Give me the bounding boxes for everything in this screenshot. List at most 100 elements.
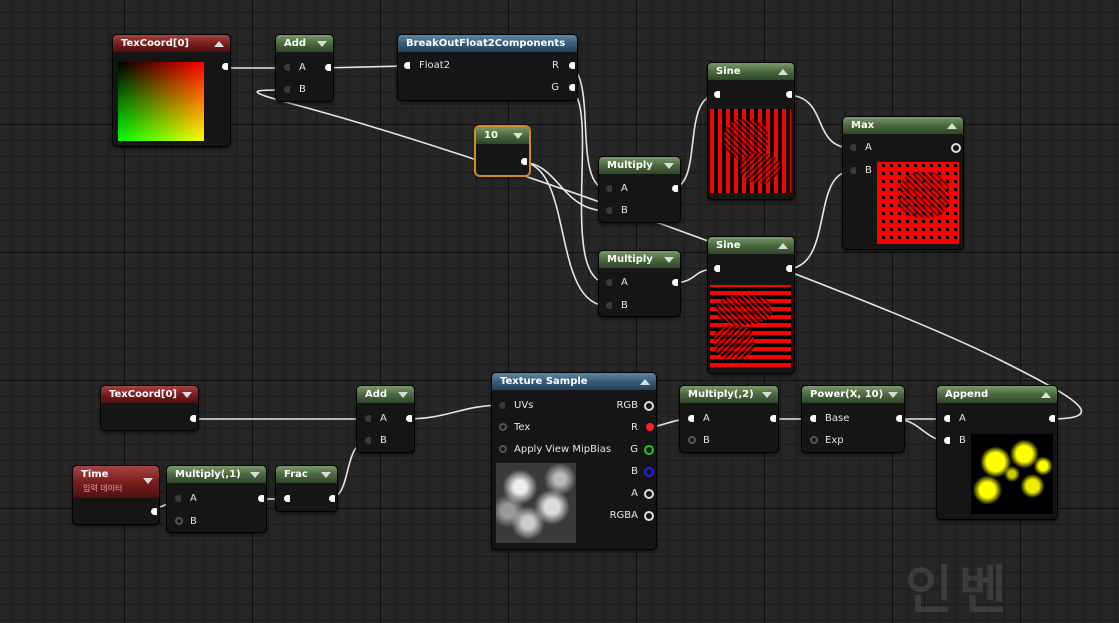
pin-icon[interactable]	[688, 436, 696, 444]
pin-icon[interactable]	[644, 467, 654, 477]
pin-icon[interactable]	[644, 401, 654, 411]
node-header[interactable]: TexCoord[0]	[113, 35, 230, 52]
collapse-icon[interactable]	[143, 478, 153, 484]
input-pin-b[interactable]: B	[848, 165, 872, 177]
multiply-node-1[interactable]: Multiply A B	[599, 157, 680, 222]
collapse-icon[interactable]	[1041, 392, 1051, 398]
pin-icon[interactable]	[151, 508, 157, 515]
wire[interactable]	[519, 161, 609, 307]
pin-icon[interactable]	[499, 423, 507, 431]
pin-icon[interactable]	[569, 84, 575, 91]
node-header[interactable]: Append	[937, 386, 1057, 403]
pin-icon[interactable]	[175, 517, 183, 525]
input-pin-exp[interactable]: Exp	[808, 435, 844, 447]
collapse-icon[interactable]	[640, 379, 650, 385]
input-pin-a[interactable]: A	[686, 413, 710, 425]
input-pin-a[interactable]: A	[604, 183, 628, 195]
pin-icon[interactable]	[499, 402, 505, 409]
pin-icon[interactable]	[951, 143, 961, 153]
pin-icon[interactable]	[175, 495, 181, 502]
collapse-icon[interactable]	[778, 69, 788, 75]
collapse-icon[interactable]	[664, 257, 674, 263]
node-header[interactable]: Multiply	[599, 251, 680, 268]
input-pin-tex[interactable]: Tex	[497, 422, 530, 434]
input-pin-uvs[interactable]: UVs	[497, 400, 533, 412]
pin-icon[interactable]	[896, 415, 902, 422]
collapse-icon[interactable]	[947, 123, 957, 129]
input-pin-b[interactable]: B	[942, 435, 966, 447]
pin-icon[interactable]	[222, 63, 228, 70]
input-pin-b[interactable]: B	[363, 435, 387, 447]
pin-icon[interactable]	[606, 207, 612, 214]
node-header[interactable]: Multiply	[599, 157, 680, 174]
input-pin-a[interactable]: A	[848, 142, 872, 154]
node-header[interactable]: Multiply(,1)	[167, 466, 266, 483]
collapse-icon[interactable]	[888, 392, 898, 398]
pin-icon[interactable]	[644, 445, 654, 455]
pin-icon[interactable]	[404, 62, 410, 69]
collapse-icon[interactable]	[398, 392, 408, 398]
pin-icon[interactable]	[284, 64, 290, 71]
input-pin-b[interactable]: B	[686, 435, 710, 447]
texcoord-node-bottom[interactable]: TexCoord[0]	[101, 386, 198, 430]
output-pin-rgba[interactable]: RGBA	[610, 510, 656, 522]
sine-node-2[interactable]: Sine	[708, 237, 794, 373]
input-pin-a[interactable]: A	[604, 277, 628, 289]
pin-icon[interactable]	[810, 436, 818, 444]
node-header[interactable]: Frac	[276, 466, 337, 483]
node-header[interactable]: Sine	[708, 237, 794, 254]
input-pin-mipbias[interactable]: Apply View MipBias	[497, 444, 611, 456]
pin-icon[interactable]	[365, 437, 371, 444]
input-pin-a[interactable]: A	[173, 493, 197, 505]
pin-icon[interactable]	[325, 64, 331, 71]
node-header[interactable]: Max	[843, 117, 963, 134]
collapse-icon[interactable]	[321, 472, 331, 478]
collapse-icon[interactable]	[182, 392, 192, 398]
output-pin-b[interactable]: B	[631, 466, 656, 478]
input-pin-b[interactable]: B	[604, 300, 628, 312]
pin-icon[interactable]	[569, 62, 575, 69]
wire[interactable]	[519, 161, 609, 212]
constant-node-10[interactable]: 10	[476, 127, 529, 175]
pin-icon[interactable]	[850, 144, 856, 151]
input-pin-a[interactable]: A	[363, 413, 387, 425]
output-pin-rgb[interactable]: RGB	[616, 400, 656, 412]
pin-icon[interactable]	[714, 91, 720, 98]
collapse-icon[interactable]	[513, 133, 523, 139]
pin-icon[interactable]	[284, 86, 290, 93]
node-header[interactable]: Add	[357, 386, 414, 403]
pin-icon[interactable]	[329, 495, 335, 502]
output-pin-g[interactable]: G	[551, 82, 577, 94]
pin-icon[interactable]	[786, 91, 792, 98]
multiply-2x-node[interactable]: Multiply(,2) A B	[680, 386, 778, 452]
pin-icon[interactable]	[770, 415, 776, 422]
pin-icon[interactable]	[406, 415, 412, 422]
pin-icon[interactable]	[606, 185, 612, 192]
pin-icon[interactable]	[646, 423, 654, 431]
pin-icon[interactable]	[786, 265, 792, 272]
power-node[interactable]: Power(X, 10) Base Exp	[802, 386, 904, 452]
pin-icon[interactable]	[1049, 415, 1055, 422]
sine-node-1[interactable]: Sine	[708, 63, 794, 199]
node-header[interactable]: Power(X, 10)	[802, 386, 904, 403]
collapse-icon[interactable]	[214, 41, 224, 47]
texture-sample-node[interactable]: Texture Sample UVs Tex Apply View MipBia…	[492, 373, 656, 549]
collapse-icon[interactable]	[762, 392, 772, 398]
pin-icon[interactable]	[944, 415, 950, 422]
input-pin-a[interactable]: A	[942, 413, 966, 425]
pin-icon[interactable]	[365, 415, 371, 422]
output-pin-r[interactable]: R	[631, 422, 656, 434]
append-node[interactable]: Append A B	[937, 386, 1057, 519]
pin-icon[interactable]	[644, 511, 654, 521]
collapse-icon[interactable]	[317, 41, 327, 47]
input-pin-b[interactable]: B	[173, 516, 197, 528]
node-header[interactable]: TexCoord[0]	[101, 386, 198, 403]
pin-icon[interactable]	[810, 415, 816, 422]
multiply-node-2[interactable]: Multiply A B	[599, 251, 680, 316]
node-header[interactable]: Multiply(,2)	[680, 386, 778, 403]
frac-node[interactable]: Frac	[276, 466, 337, 511]
add-node-bottom[interactable]: Add A B	[357, 386, 414, 452]
max-node[interactable]: Max A B	[843, 117, 963, 249]
node-header[interactable]: 10	[476, 127, 529, 144]
pin-icon[interactable]	[944, 437, 950, 444]
